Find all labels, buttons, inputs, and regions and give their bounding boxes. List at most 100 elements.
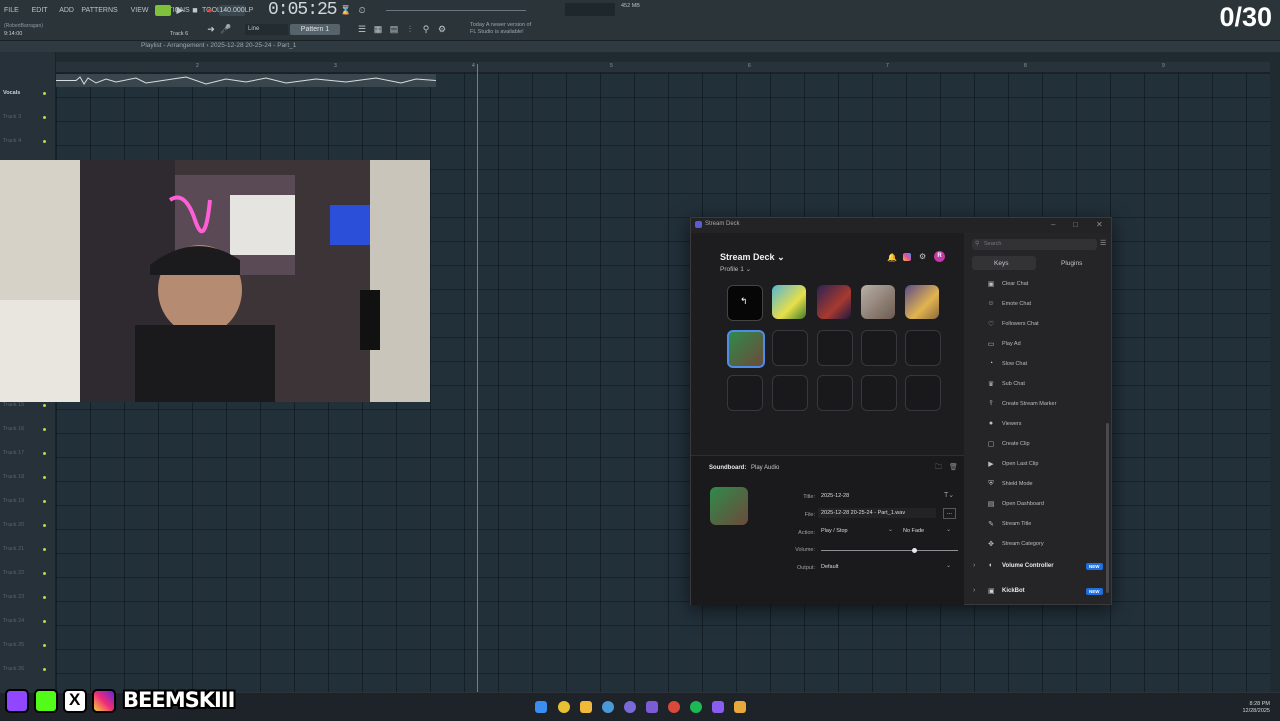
trash-icon[interactable]: 🗑 <box>949 463 958 471</box>
fl-studio-icon[interactable] <box>734 701 746 713</box>
key-empty[interactable] <box>905 375 941 411</box>
action-item[interactable]: ▤ Open Dashboard <box>972 497 1102 511</box>
track-mute-led[interactable] <box>43 452 46 455</box>
audio-clip[interactable] <box>56 74 437 87</box>
playlist-icon[interactable]: ☰ <box>356 24 368 35</box>
track-label[interactable]: Track 18 <box>3 474 24 480</box>
menu-file[interactable]: FILE <box>4 7 19 14</box>
track-label[interactable]: Track 24 <box>3 618 24 624</box>
key-empty[interactable] <box>861 375 897 411</box>
avatar[interactable]: R <box>934 251 945 262</box>
track-label[interactable]: Track 21 <box>3 546 24 552</box>
track-mute-led[interactable] <box>43 572 46 575</box>
menu-add[interactable]: ADD <box>59 7 74 14</box>
chrome-icon[interactable] <box>558 701 570 713</box>
track-mute-led[interactable] <box>43 428 46 431</box>
stop-icon[interactable]: ■ <box>189 5 201 16</box>
track-mute-led[interactable] <box>43 476 46 479</box>
browse-button[interactable]: ... <box>943 508 956 519</box>
track-mute-led[interactable] <box>43 620 46 623</box>
track-label[interactable]: Track 22 <box>3 570 24 576</box>
track-label[interactable]: Track 23 <box>3 594 24 600</box>
action-item[interactable]: ● Viewers <box>972 417 1102 431</box>
maximize-icon[interactable]: □ <box>1073 220 1078 229</box>
file-explorer-icon[interactable] <box>580 701 592 713</box>
tab-plugins[interactable]: Plugins <box>1061 260 1082 267</box>
key-back[interactable]: ↰ <box>727 285 763 321</box>
action-item[interactable]: ✎ Stream Title <box>972 517 1102 531</box>
track-label[interactable]: Track 17 <box>3 450 24 456</box>
key-sound-1[interactable] <box>772 285 806 319</box>
volume-knob[interactable] <box>911 548 917 553</box>
app-icon[interactable] <box>624 701 636 713</box>
tab-keys[interactable]: Keys <box>994 260 1008 267</box>
key-sound-selected[interactable] <box>727 330 765 368</box>
key-empty[interactable] <box>817 375 853 411</box>
plugin-category[interactable]: › ◖ Volume Controller NEW <box>972 559 1107 573</box>
track-mute-led[interactable] <box>43 140 46 143</box>
key-empty[interactable] <box>772 375 808 411</box>
plugin-category[interactable]: › ▣ KickBot NEW <box>972 584 1107 598</box>
track-label[interactable]: Track 16 <box>3 426 24 432</box>
key-empty[interactable] <box>861 330 897 366</box>
key-empty[interactable] <box>772 330 808 366</box>
track-mute-led[interactable] <box>43 644 46 647</box>
mic-icon[interactable]: 🎤 <box>220 24 232 35</box>
track-label[interactable]: Track 19 <box>3 498 24 504</box>
channel-rack-icon[interactable]: ▤ <box>388 24 400 35</box>
file-input[interactable]: 2025-12-28 20-25-24 - Part_1.wav <box>818 508 936 518</box>
track-mute-led[interactable] <box>43 404 46 407</box>
app-icon[interactable] <box>602 701 614 713</box>
action-item[interactable]: ☺ Emote Chat <box>972 297 1102 311</box>
menu-view[interactable]: VIEW <box>131 7 149 14</box>
settings-icon[interactable]: ⚙ <box>919 252 926 261</box>
key-empty[interactable] <box>817 330 853 366</box>
action-item[interactable]: ♛ Sub Chat <box>972 377 1102 391</box>
system-clock[interactable]: 8:28 PM 12/28/2025 <box>1242 701 1270 715</box>
key-sound-3[interactable] <box>861 285 895 319</box>
track-mute-led[interactable] <box>43 500 46 503</box>
app-icon[interactable] <box>712 701 724 713</box>
tempo-display[interactable]: 140.000 <box>219 5 245 16</box>
profile-selector[interactable]: Profile 1 ⌄ <box>720 265 751 273</box>
track-mute-led[interactable] <box>43 596 46 599</box>
track-label[interactable]: Track 25 <box>3 642 24 648</box>
plugin-db-icon[interactable]: ⚙ <box>436 24 448 35</box>
browser-icon[interactable]: ⚲ <box>420 24 432 35</box>
news-panel[interactable]: Today A newer version of FL Studio is av… <box>470 22 531 36</box>
spotify-icon[interactable] <box>690 701 702 713</box>
snap-select[interactable]: Line <box>245 24 288 35</box>
stream-deck-app-icon[interactable] <box>646 701 658 713</box>
track-mute-led[interactable] <box>43 668 46 671</box>
key-sound-4[interactable] <box>905 285 939 319</box>
scrollbar[interactable] <box>1106 423 1109 593</box>
key-sound-2[interactable] <box>817 285 851 319</box>
track-label[interactable]: Track 15 <box>3 402 24 408</box>
action-item[interactable]: ▭ Play Ad <box>972 337 1102 351</box>
text-format-icon[interactable]: T⌄ <box>944 491 954 499</box>
mixer-icon[interactable]: ⫶ <box>404 24 416 35</box>
app-icon[interactable] <box>668 701 680 713</box>
action-item[interactable]: ⫯ Create Stream Marker <box>972 397 1102 411</box>
timeline-ruler[interactable]: 2 3 4 5 6 7 8 9 <box>56 62 1270 73</box>
track-label[interactable]: Track 26 <box>3 666 24 672</box>
action-item[interactable]: ◔ Slow Chat <box>972 357 1102 371</box>
action-item[interactable]: ▶ Open Last Clip <box>972 457 1102 471</box>
folder-icon[interactable]: 🗀 <box>935 463 942 474</box>
key-empty[interactable] <box>727 375 763 411</box>
track-label[interactable]: Vocals <box>3 90 20 96</box>
menu-patterns[interactable]: PATTERNS <box>81 7 117 14</box>
pattern-song-toggle[interactable] <box>155 5 171 16</box>
action-select[interactable]: Play / Stop <box>818 526 896 536</box>
bell-icon[interactable]: 🔔 <box>887 253 897 262</box>
key-empty[interactable] <box>905 330 941 366</box>
marketplace-icon[interactable] <box>903 253 911 261</box>
action-item[interactable]: ▣ Clear Chat <box>972 277 1102 291</box>
play-icon[interactable]: ▶ <box>174 5 186 16</box>
output-select[interactable]: Default <box>818 562 958 572</box>
action-item[interactable]: ✥ Stream Category <box>972 537 1102 551</box>
track-label[interactable]: Track 20 <box>3 522 24 528</box>
track-label[interactable]: Track 3 <box>3 114 21 120</box>
start-icon[interactable] <box>535 701 547 713</box>
menu-edit[interactable]: EDIT <box>32 7 48 14</box>
